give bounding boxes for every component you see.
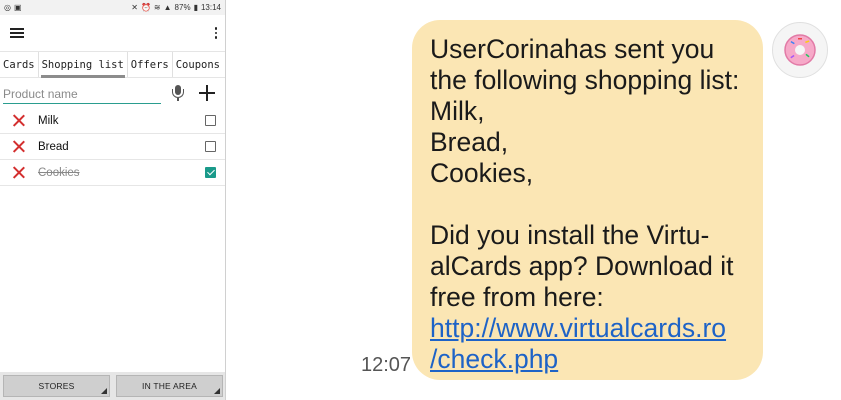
clock: 13:14 xyxy=(200,2,221,12)
download-link-line1[interactable]: http://www.virtualcards.ro xyxy=(430,313,747,344)
item-checkbox[interactable] xyxy=(205,115,216,126)
message-bubble[interactable]: UserCorinahas sent you the following sho… xyxy=(412,20,763,380)
tab-shopping-list[interactable]: Shopping list xyxy=(39,52,128,78)
avatar[interactable] xyxy=(772,22,828,78)
item-checkbox[interactable] xyxy=(205,167,216,178)
screen: ◎ ▣ ✕ ⏰ ≋ ▲ 87% ▮ 13:14 Cards Shopping l… xyxy=(0,0,841,400)
in-the-area-button[interactable]: IN THE AREA xyxy=(116,375,223,397)
shopping-list: Milk Bread Cookies xyxy=(0,108,225,186)
tab-cards[interactable]: Cards xyxy=(0,52,39,77)
tab-bar: Cards Shopping list Offers Coupons xyxy=(0,51,225,78)
shopping-app: ◎ ▣ ✕ ⏰ ≋ ▲ 87% ▮ 13:14 Cards Shopping l… xyxy=(0,0,226,400)
add-item-button[interactable] xyxy=(199,85,215,101)
chat-view: 12:07 UserCorinahas sent you the followi… xyxy=(226,0,841,400)
bottom-bar: STORES IN THE AREA xyxy=(0,372,225,400)
stores-button[interactable]: STORES xyxy=(3,375,110,397)
list-item: Bread xyxy=(0,134,225,160)
item-checkbox[interactable] xyxy=(205,141,216,152)
menu-icon[interactable] xyxy=(10,28,24,38)
delete-icon[interactable] xyxy=(12,140,25,153)
alarm-icon: ⏰ xyxy=(140,2,151,12)
item-label: Cookies xyxy=(38,166,80,179)
message-time: 12:07 xyxy=(361,354,412,376)
message-text: UserCorinahas sent you the following sho… xyxy=(430,34,740,312)
tab-coupons[interactable]: Coupons xyxy=(173,52,223,77)
list-item: Cookies xyxy=(0,160,225,186)
item-label: Milk xyxy=(38,114,59,127)
wifi-icon: ≋ xyxy=(153,2,161,12)
microphone-icon[interactable] xyxy=(171,83,185,103)
product-name-field xyxy=(3,82,161,104)
sync-icon: ◎ xyxy=(4,2,11,12)
list-item: Milk xyxy=(0,108,225,134)
delete-icon[interactable] xyxy=(12,166,25,179)
tab-offers[interactable]: Offers xyxy=(128,52,173,77)
image-icon: ▣ xyxy=(13,2,22,12)
signal-icon: ▲ xyxy=(163,2,172,12)
app-bar xyxy=(0,15,225,51)
battery-icon: ▮ xyxy=(193,2,198,12)
download-link-line2[interactable]: /check.php xyxy=(430,344,747,375)
item-label: Bread xyxy=(38,140,69,153)
status-bar: ◎ ▣ ✕ ⏰ ≋ ▲ 87% ▮ 13:14 xyxy=(0,0,225,15)
battery-level: 87% xyxy=(174,2,191,12)
product-name-input[interactable] xyxy=(3,87,161,101)
add-item-row xyxy=(0,78,225,108)
donut-avatar-icon xyxy=(784,34,816,66)
delete-icon[interactable] xyxy=(12,114,25,127)
mute-icon: ✕ xyxy=(131,2,138,12)
overflow-menu-icon[interactable] xyxy=(214,27,217,39)
